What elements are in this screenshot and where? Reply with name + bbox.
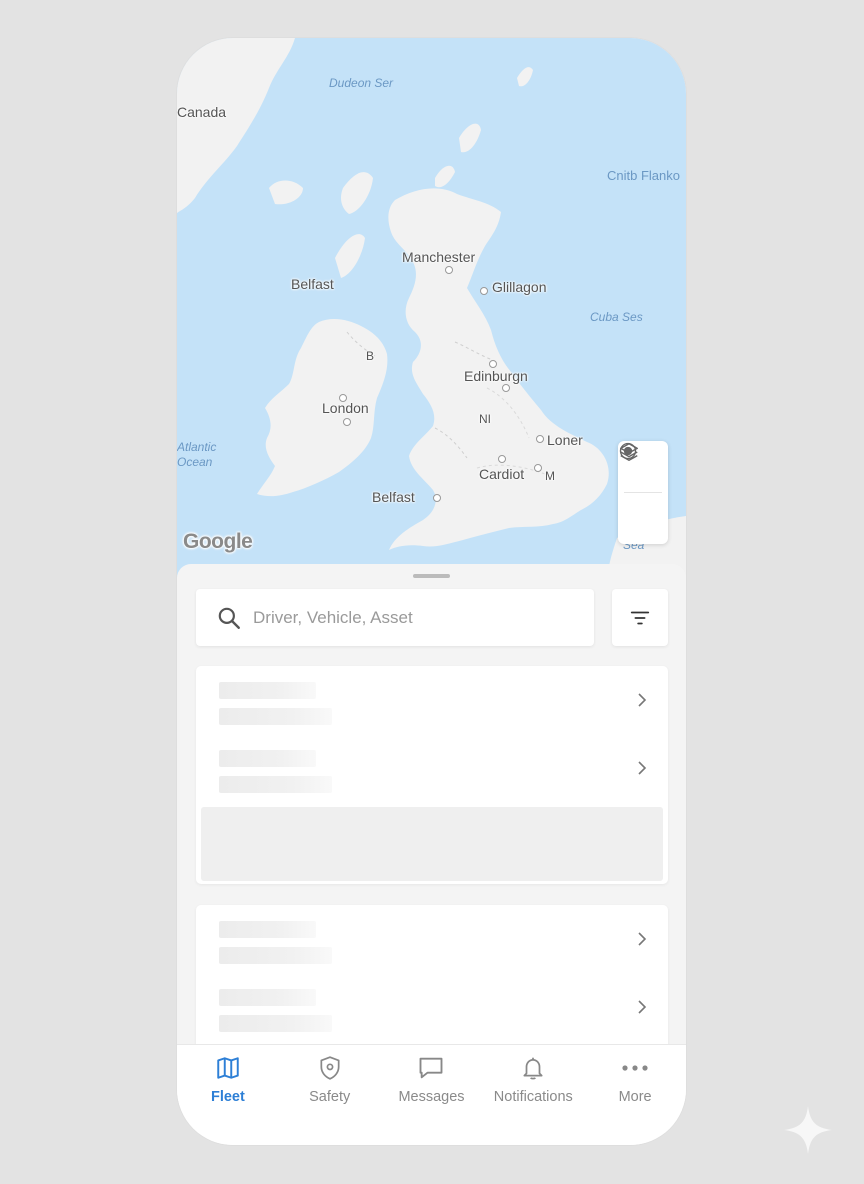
map-label-sea: Dudeon Ser (329, 76, 394, 90)
map-land-shapes (177, 38, 686, 578)
nav-item-messages[interactable]: Messages (381, 1045, 483, 1145)
map-label-sea: Cuba Ses (590, 310, 643, 324)
map-label-sea: Ocean (177, 455, 213, 469)
nav-item-label: Safety (309, 1089, 351, 1105)
list-item[interactable] (196, 905, 668, 973)
map-label-region: NI (479, 412, 491, 426)
phone-screen: Canada Dudeon Ser Cnitb Flanko Belfast M… (177, 38, 686, 1145)
list-item-placeholder[interactable] (201, 807, 663, 881)
list-item[interactable] (196, 734, 668, 802)
nav-item-more[interactable]: More (584, 1045, 686, 1145)
filter-button[interactable] (612, 589, 668, 646)
skeleton-line (219, 947, 332, 964)
map-label-sea: Atlantic (177, 440, 217, 454)
map-label-city: Manchester (402, 249, 476, 265)
map-label-canada: Canada (177, 104, 227, 120)
chevron-right-icon (638, 693, 647, 707)
sheet-drag-handle[interactable] (413, 574, 450, 578)
search-input[interactable] (251, 606, 575, 629)
my-location-button[interactable] (618, 442, 668, 544)
list-item[interactable] (196, 973, 668, 1041)
search-icon (216, 605, 242, 631)
shield-icon (317, 1053, 343, 1083)
map-label-city: Loner (547, 432, 583, 448)
skeleton-line (219, 682, 316, 699)
fleet-list-card (196, 905, 668, 1055)
map-icon (215, 1053, 241, 1083)
map-label-sea: Cnitb Flanko (607, 168, 680, 183)
list-item[interactable] (196, 666, 668, 734)
skeleton-line (219, 750, 316, 767)
google-attribution: Google (183, 530, 253, 553)
skeleton-line (219, 708, 332, 725)
nav-item-label: Notifications (493, 1089, 573, 1105)
message-icon (417, 1053, 445, 1083)
fleet-list-card (196, 666, 668, 884)
map-label-city: Glillagon (492, 279, 547, 295)
skeleton-line (219, 1015, 332, 1032)
bottom-navigation: Fleet Safety Messages Notifications More (177, 1044, 686, 1145)
nav-item-label: Fleet (210, 1089, 245, 1105)
nav-item-label: Messages (398, 1089, 465, 1105)
nav-item-safety[interactable]: Safety (279, 1045, 381, 1145)
bell-icon (520, 1053, 546, 1083)
skeleton-line (219, 989, 316, 1006)
map-label-city: Belfast (372, 489, 415, 505)
map-label-region: M (545, 469, 555, 483)
filter-icon (630, 611, 650, 624)
chevron-right-icon (638, 932, 647, 946)
chevron-right-icon (638, 1000, 647, 1014)
map-label-city: Belfast (291, 276, 334, 292)
my-location-icon (619, 442, 637, 460)
skeleton-line (219, 921, 316, 938)
map-label-city: Cardiot (479, 466, 525, 482)
nav-item-fleet[interactable]: Fleet (177, 1045, 279, 1145)
map-label-city: London (322, 400, 369, 416)
map-label-city: Edinburgn (464, 368, 528, 384)
sparkle-icon (784, 1106, 832, 1154)
map-controls (618, 441, 668, 544)
nav-item-label: More (618, 1089, 652, 1105)
map-label-region: B (366, 349, 375, 363)
skeleton-line (219, 776, 332, 793)
nav-item-notifications[interactable]: Notifications (482, 1045, 584, 1145)
fleet-map[interactable]: Canada Dudeon Ser Cnitb Flanko Belfast M… (177, 38, 686, 578)
search-bar (196, 589, 594, 646)
more-icon (621, 1053, 649, 1083)
chevron-right-icon (638, 761, 647, 775)
